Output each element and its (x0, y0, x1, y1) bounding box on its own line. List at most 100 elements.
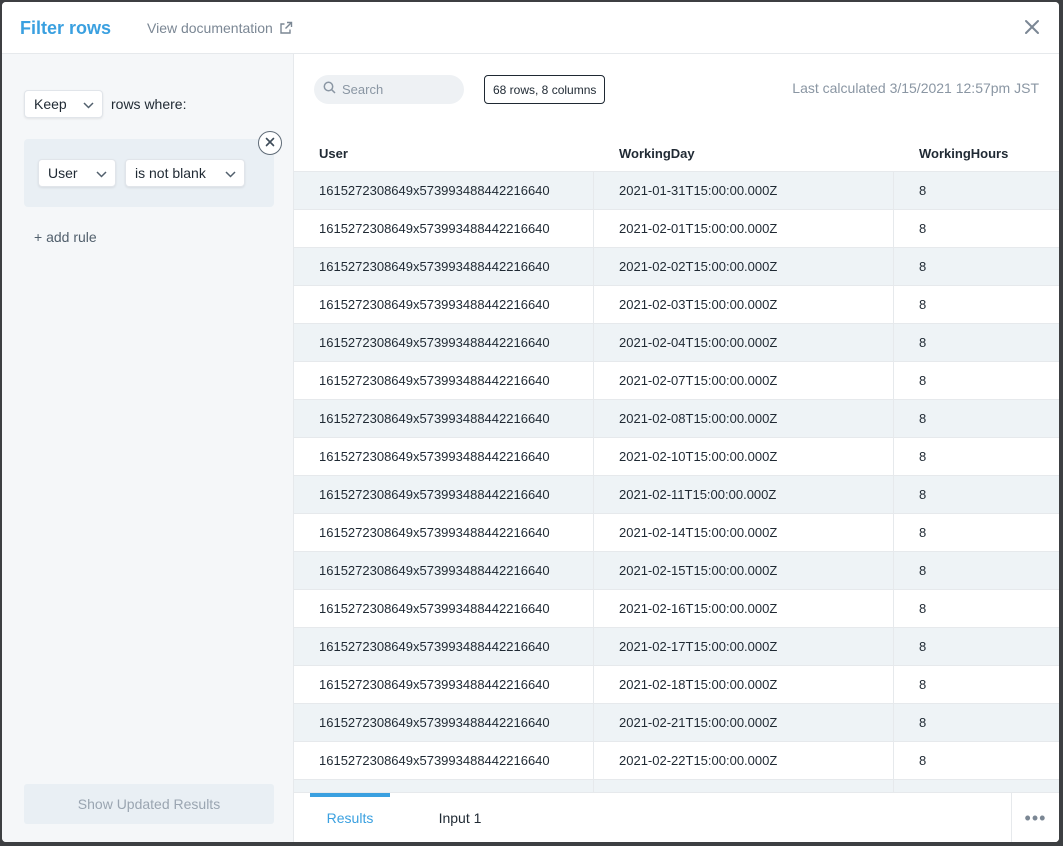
table-row: 1615272308649x573993488442216640 2021-02-… (294, 742, 1059, 780)
table-row: 1615272308649x573993488442216640 2021-02-… (294, 704, 1059, 742)
table-row: 1615272308649x573993488442216640 2021-02-… (294, 362, 1059, 400)
table-cell: 2021-02-04T15:00:00.000Z (594, 324, 894, 361)
results-panel: 68 rows, 8 columns Last calculated 3/15/… (294, 54, 1059, 842)
table-cell: 8 (919, 335, 927, 350)
table-cell: 1615272308649x573993488442216640 (294, 286, 594, 323)
external-link-icon (279, 21, 293, 35)
last-calculated-text: Last calculated 3/15/2021 12:57pm JST (792, 80, 1039, 96)
remove-rule-button[interactable] (258, 131, 282, 155)
table-row: 1615272308649x573993488442216640 2021-02-… (294, 210, 1059, 248)
table-cell: 1615272308649x573993488442216640 (294, 590, 594, 627)
table-cell: 8 (919, 373, 927, 388)
table-row (294, 780, 1059, 792)
table-row: 1615272308649x573993488442216640 2021-02-… (294, 666, 1059, 704)
rows-where-label: rows where: (111, 96, 187, 112)
table-cell: 8 (919, 677, 927, 692)
table-cell: 2021-02-08T15:00:00.000Z (594, 400, 894, 437)
table-row: 1615272308649x573993488442216640 2021-02-… (294, 324, 1059, 362)
table-body: 1615272308649x573993488442216640 2021-01-… (294, 172, 1059, 792)
add-rule-link[interactable]: + add rule (34, 229, 97, 245)
table-cell: 1615272308649x573993488442216640 (294, 552, 594, 589)
table-cell: 1615272308649x573993488442216640 (294, 514, 594, 551)
table-cell: 8 (919, 753, 927, 768)
table-cell: 2021-02-10T15:00:00.000Z (594, 438, 894, 475)
rule-operator-select[interactable]: is not blank (125, 159, 245, 187)
table-cell: 2021-02-14T15:00:00.000Z (594, 514, 894, 551)
chevron-down-icon (83, 96, 94, 112)
filter-rule: User is not blank (24, 139, 274, 207)
column-header-user[interactable]: User (294, 146, 594, 161)
table-cell: 8 (919, 715, 927, 730)
table-row: 1615272308649x573993488442216640 2021-01-… (294, 172, 1059, 210)
close-icon (1024, 19, 1040, 40)
table-cell: 1615272308649x573993488442216640 (294, 666, 594, 703)
close-button[interactable] (1021, 18, 1043, 40)
table-cell: 8 (919, 221, 927, 236)
table-row: 1615272308649x573993488442216640 2021-02-… (294, 248, 1059, 286)
table-cell: 1615272308649x573993488442216640 (294, 628, 594, 665)
table-cell: 8 (919, 601, 927, 616)
table-cell: 8 (919, 563, 927, 578)
table-cell: 2021-02-16T15:00:00.000Z (594, 590, 894, 627)
table-cell: 1615272308649x573993488442216640 (294, 210, 594, 247)
table-row: 1615272308649x573993488442216640 2021-02-… (294, 400, 1059, 438)
table-cell: 1615272308649x573993488442216640 (294, 324, 594, 361)
table-cell: 8 (919, 259, 927, 274)
search-input[interactable] (342, 82, 452, 97)
view-documentation-link[interactable]: View documentation (147, 20, 293, 36)
tab-results[interactable]: Results (310, 793, 390, 842)
table-cell: 8 (919, 449, 927, 464)
table-row: 1615272308649x573993488442216640 2021-02-… (294, 514, 1059, 552)
show-updated-results-button[interactable]: Show Updated Results (24, 784, 274, 824)
table-cell: 8 (919, 183, 927, 198)
column-header-workinghours[interactable]: WorkingHours (894, 146, 1059, 161)
modal-header: Filter rows View documentation (2, 2, 1059, 54)
table-cell (594, 780, 894, 792)
table-row: 1615272308649x573993488442216640 2021-02-… (294, 590, 1059, 628)
rule-column-value: User (48, 165, 78, 181)
table-cell: 2021-02-11T15:00:00.000Z (594, 476, 894, 513)
rule-operator-value: is not blank (135, 165, 206, 181)
results-footer: Results Input 1 ••• (294, 792, 1059, 842)
row-column-count-badge: 68 rows, 8 columns (484, 75, 606, 104)
table-cell: 8 (919, 487, 927, 502)
table-cell: 1615272308649x573993488442216640 (294, 742, 594, 779)
table-cell: 1615272308649x573993488442216640 (294, 438, 594, 475)
table-cell: 2021-02-15T15:00:00.000Z (594, 552, 894, 589)
chevron-down-icon (96, 165, 107, 181)
table-cell: 1615272308649x573993488442216640 (294, 704, 594, 741)
table-cell: 1615272308649x573993488442216640 (294, 248, 594, 285)
table-cell: 1615272308649x573993488442216640 (294, 362, 594, 399)
table-row: 1615272308649x573993488442216640 2021-02-… (294, 552, 1059, 590)
more-options-icon: ••• (1024, 807, 1047, 828)
table-cell: 2021-02-18T15:00:00.000Z (594, 666, 894, 703)
table-row: 1615272308649x573993488442216640 2021-02-… (294, 628, 1059, 666)
close-icon (265, 134, 275, 152)
rule-column-select[interactable]: User (38, 159, 116, 187)
table-header: User WorkingDay WorkingHours (294, 136, 1059, 172)
table-row: 1615272308649x573993488442216640 2021-02-… (294, 286, 1059, 324)
table-cell: 2021-02-22T15:00:00.000Z (594, 742, 894, 779)
table-cell: 2021-02-01T15:00:00.000Z (594, 210, 894, 247)
column-header-workingday[interactable]: WorkingDay (594, 146, 894, 161)
table-cell (894, 780, 1059, 792)
table-cell: 1615272308649x573993488442216640 (294, 172, 594, 209)
keep-mode-select[interactable]: Keep (24, 90, 103, 118)
table-cell: 8 (919, 639, 927, 654)
tab-input-1[interactable]: Input 1 (420, 793, 500, 842)
search-box[interactable] (314, 75, 464, 104)
table-cell: 8 (919, 525, 927, 540)
chevron-down-icon (225, 165, 236, 181)
table-cell: 8 (919, 297, 927, 312)
table-cell: 8 (919, 411, 927, 426)
table-cell: 2021-02-17T15:00:00.000Z (594, 628, 894, 665)
table-cell: 2021-02-02T15:00:00.000Z (594, 248, 894, 285)
search-icon (323, 81, 336, 99)
more-options-button[interactable]: ••• (1011, 793, 1059, 842)
results-table: User WorkingDay WorkingHours 16152723086… (294, 136, 1059, 792)
table-row: 1615272308649x573993488442216640 2021-02-… (294, 476, 1059, 514)
table-cell: 1615272308649x573993488442216640 (294, 476, 594, 513)
table-cell: 2021-01-31T15:00:00.000Z (594, 172, 894, 209)
table-cell: 2021-02-07T15:00:00.000Z (594, 362, 894, 399)
keep-mode-value: Keep (34, 96, 67, 112)
